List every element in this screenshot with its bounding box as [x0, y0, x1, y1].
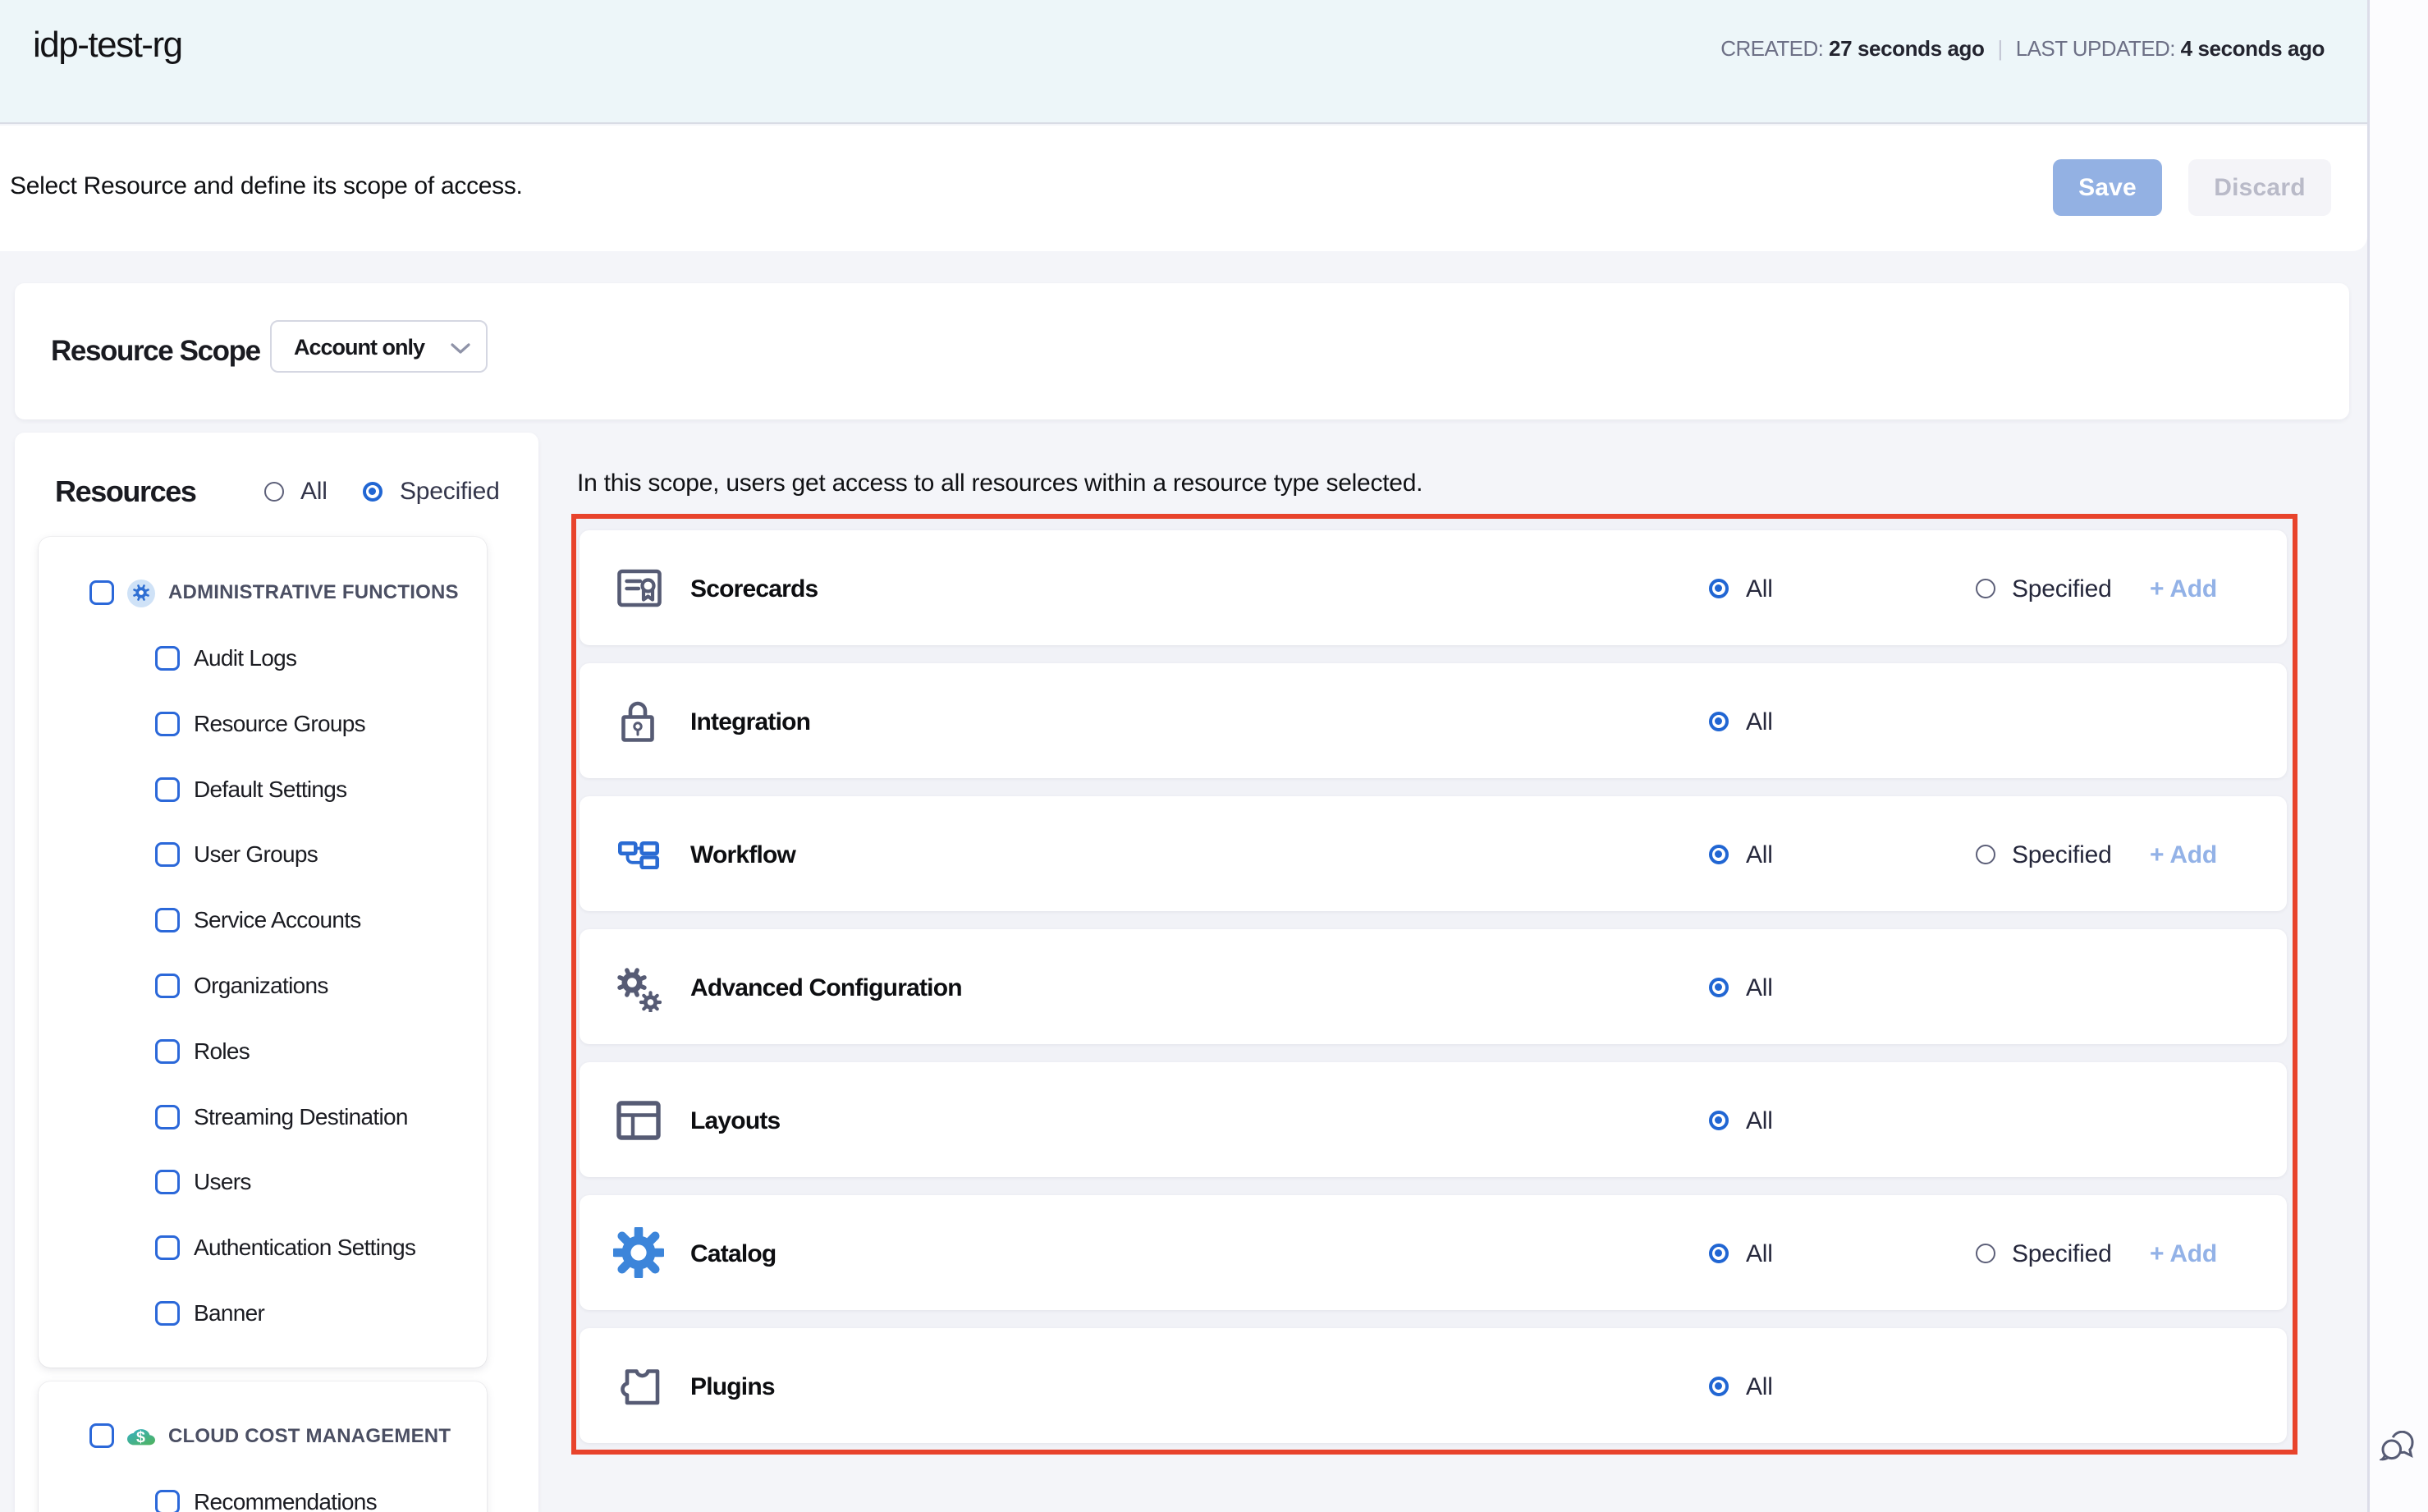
svg-text:$: $	[136, 1428, 145, 1446]
